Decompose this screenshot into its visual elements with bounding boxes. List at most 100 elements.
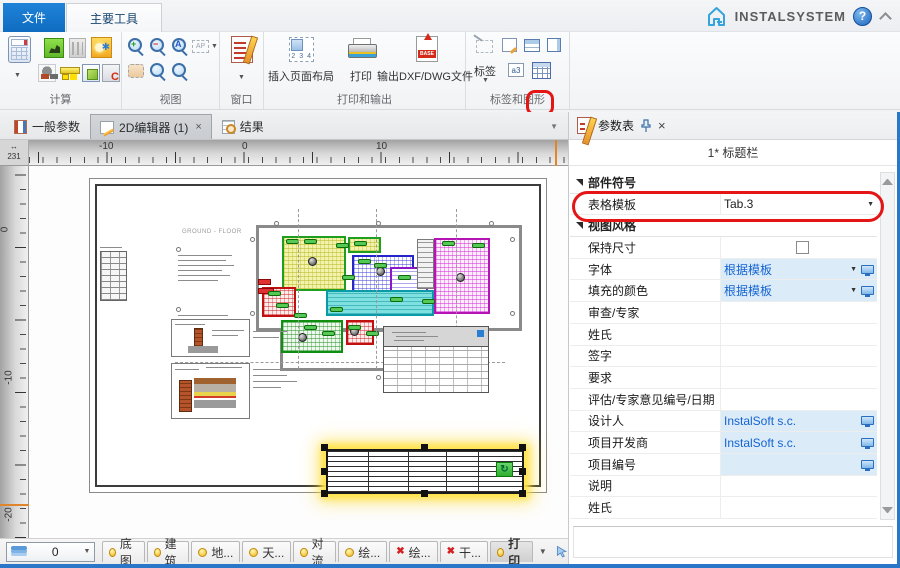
property-row-fill-color[interactable]: 填充的颜色 根据模板▼: [570, 280, 877, 302]
selection-handle[interactable]: [519, 444, 526, 451]
doctab-overflow-icon[interactable]: ▼: [550, 122, 558, 131]
layer-tab-print[interactable]: 打印: [490, 541, 533, 562]
pipes-icon[interactable]: [60, 64, 78, 82]
layer-combo[interactable]: 0 ▼: [6, 542, 95, 562]
table-list-icon[interactable]: [524, 39, 540, 52]
close-doc-tab-icon[interactable]: ×: [195, 121, 201, 133]
title-block-selected[interactable]: ↻: [326, 449, 524, 494]
panel-title: 1* 标题栏: [569, 140, 897, 166]
property-row-keep-size[interactable]: 保持尺寸: [570, 237, 877, 259]
tab-main-tools[interactable]: 主要工具: [66, 3, 162, 32]
layer-tab-draw1[interactable]: 绘...: [338, 541, 387, 562]
property-row-project-number[interactable]: 项目编号: [570, 454, 877, 476]
a3-format-button[interactable]: a3: [508, 63, 524, 77]
zoom-all-icon[interactable]: A: [172, 38, 189, 55]
dropdown-icon[interactable]: ▼: [850, 266, 857, 273]
property-row-review-expert[interactable]: 审查/专家: [570, 302, 877, 324]
insert-page-layout-button[interactable]: 插入页面布局: [268, 68, 334, 84]
group-label-view: 视图: [122, 91, 219, 107]
scroll-up-icon[interactable]: [882, 179, 893, 185]
property-row-opinion-no-date[interactable]: 评估/专家意见编号/日期: [570, 389, 877, 411]
layer-tab-base[interactable]: 底图: [102, 541, 145, 562]
monitor-icon[interactable]: [861, 438, 874, 447]
window-dropdown-icon[interactable]: ▼: [238, 74, 245, 81]
calc-dropdown-icon[interactable]: ▼: [14, 72, 21, 79]
property-row-developer[interactable]: 项目开发商 InstalSoft s.c.: [570, 432, 877, 454]
pin-icon[interactable]: [640, 119, 652, 133]
panel-close-icon[interactable]: ×: [658, 118, 666, 133]
print-button[interactable]: 打印: [350, 68, 372, 84]
layer-tab-draw2[interactable]: ✖绘...: [389, 541, 437, 562]
layer-combo-value: 0: [33, 545, 78, 559]
monitor-icon[interactable]: [861, 460, 874, 469]
layer-combo-dropdown-icon[interactable]: ▼: [84, 548, 91, 555]
property-row-designer[interactable]: 设计人 InstalSoft s.c.: [570, 411, 877, 433]
panel-scrollbar[interactable]: [880, 172, 895, 520]
edit-table-icon[interactable]: [502, 38, 517, 52]
layer-tab-ceiling[interactable]: 天...: [242, 541, 291, 562]
title-table-button[interactable]: [532, 62, 551, 79]
worksheet-icon[interactable]: [231, 36, 253, 63]
zoom-out-icon[interactable]: −: [150, 38, 167, 55]
table-column-icon[interactable]: [547, 38, 561, 52]
doctab-general-params[interactable]: 一般参数: [4, 114, 90, 139]
section-header-view-style[interactable]: 视图风格: [570, 215, 877, 237]
help-icon[interactable]: ?: [853, 7, 872, 26]
zoom-dropdown-icon[interactable]: ▼: [211, 43, 218, 50]
selection-handle[interactable]: [321, 468, 328, 475]
site-plan-icon[interactable]: [44, 38, 64, 58]
drawing-canvas[interactable]: GROUND - FLOOR: [29, 166, 568, 538]
scroll-down-icon[interactable]: [882, 507, 893, 513]
layer-tab-dry[interactable]: ✖干...: [440, 541, 488, 562]
selection-handle[interactable]: [519, 490, 526, 497]
pan-hand-icon[interactable]: [128, 64, 144, 78]
monitor-icon[interactable]: [861, 416, 874, 425]
zoom-sheet-icon[interactable]: [172, 63, 189, 80]
selection-handle[interactable]: [321, 444, 328, 451]
zoom-window-icon[interactable]: [150, 63, 167, 80]
expander-icon[interactable]: [576, 222, 583, 229]
bulb-icon: [109, 548, 116, 557]
calculate-icon[interactable]: [8, 36, 31, 63]
selection-handle[interactable]: [421, 490, 428, 497]
property-row-description[interactable]: 说明: [570, 476, 877, 498]
heating-cooling-icon[interactable]: [91, 37, 112, 58]
selection-handle[interactable]: [519, 468, 526, 475]
print-icon[interactable]: [348, 38, 375, 60]
property-row-table-template[interactable]: 表格模板 Tab.3▼: [570, 194, 877, 216]
monitor-icon[interactable]: [861, 286, 874, 295]
rotate-handle-icon[interactable]: ↻: [496, 462, 513, 477]
property-row-requirement[interactable]: 要求: [570, 367, 877, 389]
property-row-signature[interactable]: 签字: [570, 346, 877, 368]
export-dxf-button[interactable]: 输出DXF/DWG文件: [377, 68, 473, 84]
settings-calc-icon[interactable]: [38, 64, 56, 82]
export-dxf-icon[interactable]: [416, 36, 438, 62]
leader-label-icon: [476, 40, 493, 53]
layer-tab-convection[interactable]: 对流: [293, 541, 336, 562]
zoom-in-icon[interactable]: +: [128, 38, 145, 55]
property-row-surname-2[interactable]: 姓氏: [570, 497, 877, 519]
doctab-results[interactable]: 结果: [212, 114, 274, 139]
calc-clear-icon[interactable]: [102, 64, 120, 82]
keep-size-checkbox[interactable]: [796, 241, 809, 254]
selection-handle[interactable]: [421, 444, 428, 451]
calc-sheet-icon[interactable]: [82, 64, 100, 82]
dropdown-icon[interactable]: ▼: [867, 201, 874, 208]
insert-page-layout-icon[interactable]: [289, 37, 314, 62]
expander-icon[interactable]: [576, 179, 583, 186]
property-row-surname[interactable]: 姓氏: [570, 324, 877, 346]
tab-file[interactable]: 文件: [3, 3, 65, 32]
tag-dropdown-icon[interactable]: ▼: [482, 77, 489, 84]
section-header-part-symbol[interactable]: 部件符号: [570, 172, 877, 194]
layer-tab-building[interactable]: 建筑: [147, 541, 190, 562]
pointer-tool-icon[interactable]: [555, 543, 568, 560]
selection-handle[interactable]: [321, 490, 328, 497]
layer-tabs-overflow-icon[interactable]: ▼: [539, 547, 547, 556]
dropdown-icon[interactable]: ▼: [850, 287, 857, 294]
layer-tab-floor[interactable]: 地...: [191, 541, 240, 562]
panel-tab-label[interactable]: 参数表: [598, 117, 634, 134]
property-row-font[interactable]: 字体 根据模板▼: [570, 259, 877, 281]
collapse-ribbon-icon[interactable]: [879, 12, 892, 25]
monitor-icon[interactable]: [861, 265, 874, 274]
doctab-2d-editor[interactable]: 2D编辑器 (1) ×: [90, 114, 212, 139]
